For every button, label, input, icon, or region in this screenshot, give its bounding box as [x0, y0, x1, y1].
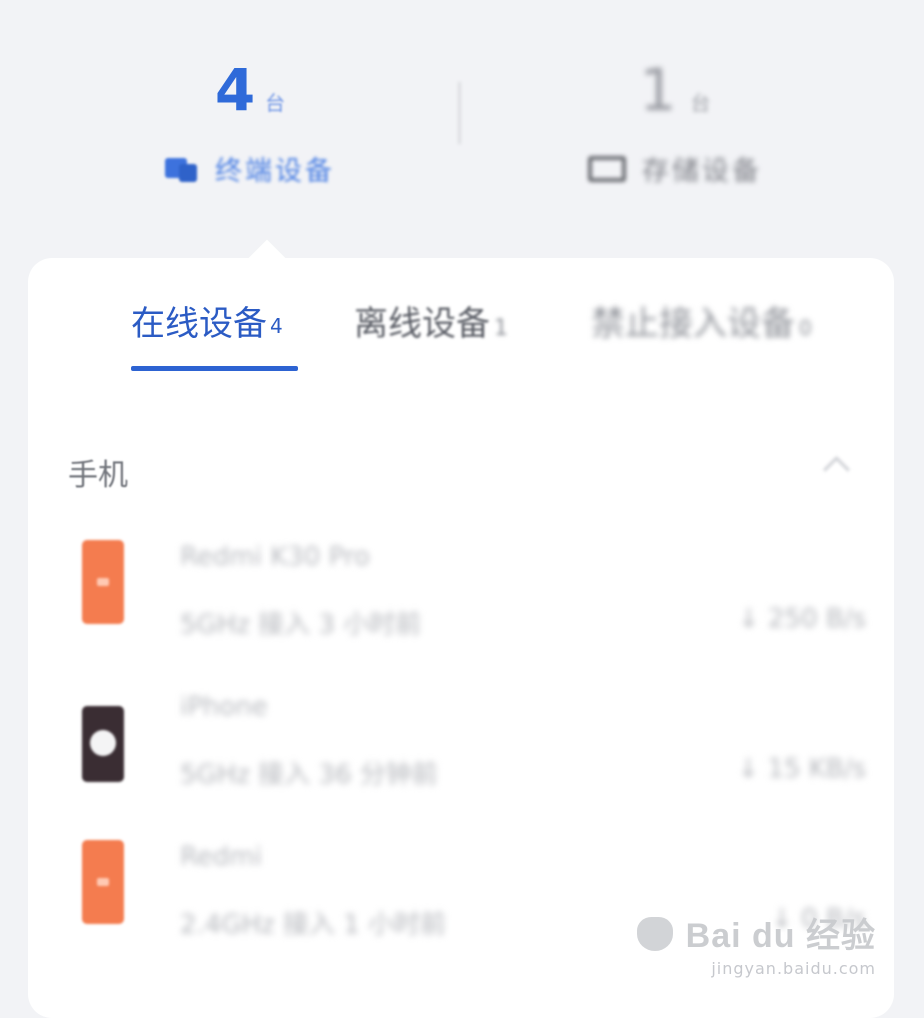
chevron-up-icon[interactable]: [823, 456, 850, 483]
device-connection-info: 2.4GHz 接入 1 小时前: [180, 910, 447, 940]
tab-blocked-badge: 0: [799, 316, 812, 340]
terminal-devices-unit: 台: [265, 91, 286, 115]
terminal-devices-label: 终端设备: [215, 156, 335, 187]
storage-devices-unit: 台: [690, 91, 711, 115]
watermark-logo: Bai du 经验: [635, 908, 876, 957]
phone-icon: [82, 840, 124, 924]
stats-divider: [458, 82, 461, 144]
active-tab-indicator: [131, 366, 298, 371]
device-status-tabs: 在线设备 4 离线设备 1 禁止接入设备 0: [28, 258, 894, 378]
tab-offline-devices[interactable]: 离线设备 1: [354, 296, 508, 345]
terminal-devices-stat[interactable]: 4台 终端设备: [100, 55, 400, 188]
baidu-jingyan-watermark: Bai du 经验 jingyan.baidu.com: [635, 908, 876, 978]
phone-icon: [82, 706, 124, 782]
device-row[interactable]: Redmi K30 Pro 5GHz 接入 3 小时前 ↓ 250 B/s: [28, 528, 894, 658]
phone-icon: [82, 540, 124, 624]
watermark-url: jingyan.baidu.com: [711, 959, 876, 978]
tab-offline-label: 离线设备: [354, 304, 490, 344]
tab-online-badge: 4: [270, 314, 283, 338]
device-connection-info: 5GHz 接入 36 分钟前: [180, 760, 438, 790]
device-list-card: 在线设备 4 离线设备 1 禁止接入设备 0 手机 Redmi K30 Pro 5GH…: [28, 239, 894, 1018]
device-name: Redmi K30 Pro: [180, 542, 370, 572]
device-name: iPhone: [180, 692, 268, 722]
storage-devices-count: 1: [639, 56, 677, 124]
section-title: 手机: [68, 458, 128, 493]
tab-blocked-label: 禁止接入设备: [591, 304, 795, 344]
device-download-speed: ↓ 250 B/s: [737, 604, 866, 634]
storage-devices-stat[interactable]: 1台 存储设备: [525, 55, 825, 188]
tab-blocked-devices[interactable]: 禁止接入设备 0: [591, 296, 812, 345]
storage-devices-label: 存储设备: [642, 156, 762, 187]
storage-icon: [588, 155, 626, 182]
terminal-devices-count: 4: [214, 56, 256, 124]
device-name: Redmi: [180, 842, 262, 872]
section-header-phones[interactable]: 手机: [68, 450, 854, 493]
paw-icon: [637, 917, 674, 951]
tab-offline-badge: 1: [494, 316, 508, 341]
device-connection-info: 5GHz 接入 3 小时前: [180, 610, 422, 640]
tab-online-devices[interactable]: 在线设备 4: [131, 296, 283, 345]
stats-header: 4台 终端设备 1台 存储设备: [0, 0, 924, 250]
watermark-logo-text: Bai du 经验: [685, 917, 876, 955]
device-row[interactable]: iPhone 5GHz 接入 36 分钟前 ↓ 15 KB/s: [28, 678, 894, 808]
devices-icon: [165, 156, 199, 182]
tab-online-label: 在线设备: [131, 304, 267, 344]
device-download-speed: ↓ 15 KB/s: [737, 754, 866, 784]
